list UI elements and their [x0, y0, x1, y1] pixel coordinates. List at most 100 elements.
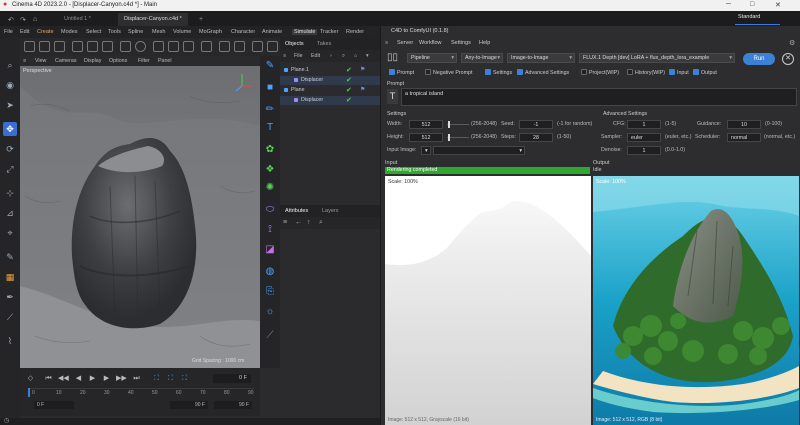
sampler-field[interactable]: euler	[627, 133, 661, 142]
new-tab-icon[interactable]: +	[193, 13, 209, 26]
menu-edit[interactable]: Edit	[20, 29, 29, 35]
output-image[interactable]: Scale: 100% Image: 512 x 512, RGB (8 bit…	[593, 176, 799, 425]
current-frame-field[interactable]: 0 F	[213, 374, 251, 383]
menu-create[interactable]: Create	[37, 29, 54, 35]
comfy-menu-workflow[interactable]: Workflow	[419, 40, 442, 46]
menu-volume[interactable]: Volume	[173, 29, 191, 35]
menu-character[interactable]: Character	[231, 29, 255, 35]
menu-spline[interactable]: Spline	[128, 29, 143, 35]
comfy-menu-server[interactable]: Server	[397, 40, 413, 46]
checkbox-box[interactable]	[389, 69, 395, 75]
stop-icon[interactable]: ✕	[782, 53, 794, 65]
spline-pen-icon[interactable]: ✎	[264, 60, 276, 72]
deformer-icon[interactable]: ⬭	[264, 204, 276, 216]
object-row[interactable]: Plane.1 ✔ ⚑	[280, 66, 380, 75]
eyedropper-icon[interactable]: ✒	[3, 290, 17, 304]
object-mode-icon[interactable]	[120, 41, 131, 52]
sculpt-icon[interactable]: ⌇	[3, 334, 17, 348]
width-slider[interactable]	[447, 120, 469, 129]
end-frame-field[interactable]: 90 F	[170, 401, 208, 409]
polygons-mode-icon[interactable]	[87, 41, 98, 52]
autokey-icon[interactable]: ⛶	[166, 374, 175, 383]
bend-icon[interactable]: ⟟	[264, 224, 276, 236]
keyframe-icon[interactable]: ◇	[26, 374, 35, 383]
panels-icon[interactable]: ▯▯	[387, 52, 398, 64]
menu-simulate[interactable]: Simulate	[292, 29, 318, 35]
settings-gear-icon[interactable]: ⚙	[789, 39, 795, 47]
menu-select[interactable]: Select	[86, 29, 101, 35]
knife-icon[interactable]: ⟋	[3, 310, 17, 324]
max-frame-field[interactable]: 90 F	[214, 401, 252, 409]
menu-icon[interactable]: ≡	[283, 53, 286, 59]
cfg-field[interactable]: 1	[627, 120, 661, 129]
maximize-icon[interactable]: □	[750, 1, 754, 8]
denoise-field[interactable]: 1	[627, 146, 661, 155]
prompt-input[interactable]: a tropical island	[401, 88, 797, 106]
tag-icon[interactable]: ⚑	[360, 86, 365, 93]
checkbox-box[interactable]	[425, 69, 431, 75]
cloner-icon[interactable]: ❖	[264, 164, 276, 176]
light-icon[interactable]: ☼	[264, 306, 276, 318]
enabled-check-icon[interactable]: ✔	[346, 76, 352, 84]
texture-mode-icon[interactable]	[39, 41, 50, 52]
pointer-icon[interactable]: ➤	[3, 98, 17, 112]
viewport-menu-filter[interactable]: Filter	[138, 58, 150, 64]
snap-toggle-icon[interactable]	[219, 41, 230, 52]
steps-field[interactable]: 28	[519, 133, 553, 142]
prev-key-icon[interactable]: ◀◀	[58, 374, 69, 383]
rotate-icon[interactable]: ⟳	[3, 142, 17, 156]
enabled-check-icon[interactable]: ✔	[346, 86, 352, 94]
grid-icon[interactable]	[252, 41, 263, 52]
camera-icon[interactable]: ⎘	[264, 286, 276, 298]
input-image-dropdown[interactable]: ▾	[433, 146, 525, 155]
next-key-icon[interactable]: ▶▶	[116, 374, 127, 383]
enabled-check-icon[interactable]: ✔	[346, 66, 352, 74]
edges-mode-icon[interactable]	[72, 41, 83, 52]
viewport-menu-panel[interactable]: Panel	[158, 58, 172, 64]
layout-standard[interactable]: Standard	[738, 14, 760, 20]
enabled-check-icon[interactable]: ✔	[346, 96, 352, 104]
goto-end-icon[interactable]: ⏭	[132, 374, 141, 383]
model-mode-icon[interactable]	[24, 41, 35, 52]
checkbox-advanced-settings[interactable]: Advanced Settings	[517, 69, 569, 76]
height-slider[interactable]	[447, 133, 469, 142]
mode-dropdown[interactable]: Any-to-Image ▾	[461, 53, 503, 63]
tab-displacer-canyon[interactable]: Displacer-Canyon.c4d *	[118, 13, 188, 26]
more-menu-icon[interactable]: ›	[330, 53, 332, 59]
points-mode-icon[interactable]	[54, 41, 65, 52]
perspective-viewport[interactable]: Perspective Grid Spacing : 1000 cm	[20, 66, 260, 368]
pipeline-dropdown[interactable]: Pipeline ▾	[407, 53, 457, 63]
play-icon[interactable]: ▶	[88, 374, 97, 383]
coordinate-icon[interactable]: ⊿	[3, 206, 17, 220]
uv-mode-icon[interactable]	[102, 41, 113, 52]
viewport-menu-icon[interactable]: ≡	[23, 58, 26, 64]
measure-icon[interactable]: ⟋	[264, 330, 276, 342]
start-frame-field[interactable]: 0 F	[34, 401, 74, 409]
search-icon[interactable]: ⌕	[319, 219, 323, 227]
seed-field[interactable]: -1	[519, 120, 553, 129]
filter-icon[interactable]: ▾	[366, 53, 369, 59]
run-button[interactable]: Run	[743, 53, 775, 65]
scheduler-field[interactable]: normal	[727, 133, 761, 142]
cube-icon[interactable]: ■	[264, 82, 276, 94]
viewport-menu-view[interactable]: View	[35, 58, 46, 64]
menu-animate[interactable]: Animate	[262, 29, 282, 35]
menu-tracker[interactable]: Tracker	[320, 29, 338, 35]
checkbox-box[interactable]	[669, 69, 675, 75]
object-row[interactable]: Displacer ✔	[280, 76, 380, 85]
menu-render[interactable]: Render	[346, 29, 364, 35]
snap-icon[interactable]: ⌖	[3, 226, 17, 240]
checkbox-prompt[interactable]: Prompt	[389, 69, 414, 76]
checkbox-box[interactable]	[485, 69, 491, 75]
tab-attributes[interactable]: Attributes	[285, 208, 308, 214]
model-dropdown[interactable]: FLUX.1 Depth [dev] LoRA + flux_depth_lor…	[579, 53, 735, 63]
solo-icon[interactable]	[135, 41, 146, 52]
timeline-ruler[interactable]: 0 10 20 30 40 50 60 70 80 90	[28, 388, 254, 397]
minimize-icon[interactable]: ─	[726, 1, 731, 8]
next-frame-icon[interactable]: ▶	[102, 374, 111, 383]
move-icon[interactable]: ✥	[3, 122, 17, 136]
render-region-icon[interactable]	[168, 41, 179, 52]
menu-mograph[interactable]: MoGraph	[199, 29, 222, 35]
picture-viewer-icon[interactable]	[201, 41, 212, 52]
home-icon[interactable]: ⌂	[27, 13, 43, 26]
